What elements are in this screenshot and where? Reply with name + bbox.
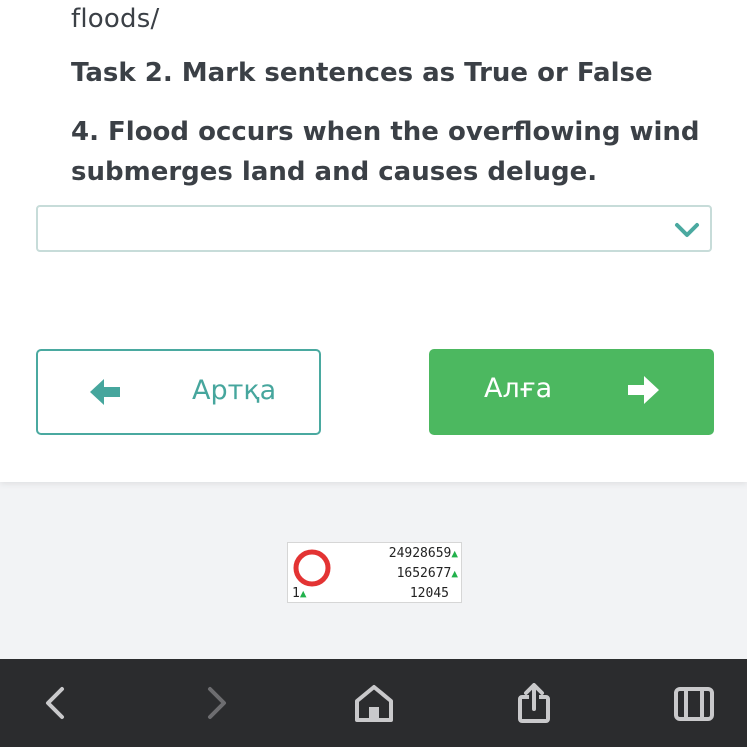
counter-line-1: 24928659▲ [388,546,458,561]
previous-text: floods/ [71,4,160,34]
red-circle-icon [293,549,331,587]
arrow-left-icon [90,379,120,405]
next-button-label: Алға [484,373,553,404]
back-arrow-icon[interactable] [40,683,72,723]
arrow-right-icon [628,376,659,404]
back-button-label: Артқа [192,375,277,406]
up-triangle-icon: ▲ [451,547,458,560]
tabs-icon[interactable] [672,683,716,723]
forward-arrow-icon[interactable] [200,683,232,723]
counter-small: 1▲ [292,586,307,601]
question-card: floods/ Task 2. Mark sentences as True o… [0,0,747,482]
back-button[interactable]: Артқа [36,349,321,435]
answer-select[interactable] [36,205,712,252]
task-title: Task 2. Mark sentences as True or False [71,58,653,88]
share-icon[interactable] [514,683,554,723]
visit-counter-widget[interactable]: 24928659▲ 1652677▲ 1▲ 12045 [287,542,462,603]
browser-toolbar [0,659,747,747]
counter-line-3: 12045 [409,586,449,601]
chevron-down-icon [675,223,699,237]
counter-line-2: 1652677▲ [396,566,458,581]
next-button[interactable]: Алға [429,349,714,435]
question-text: 4. Flood occurs when the overflowing win… [71,117,700,187]
home-icon[interactable] [354,683,394,723]
up-triangle-icon: ▲ [451,567,458,580]
up-triangle-icon: ▲ [299,587,307,600]
